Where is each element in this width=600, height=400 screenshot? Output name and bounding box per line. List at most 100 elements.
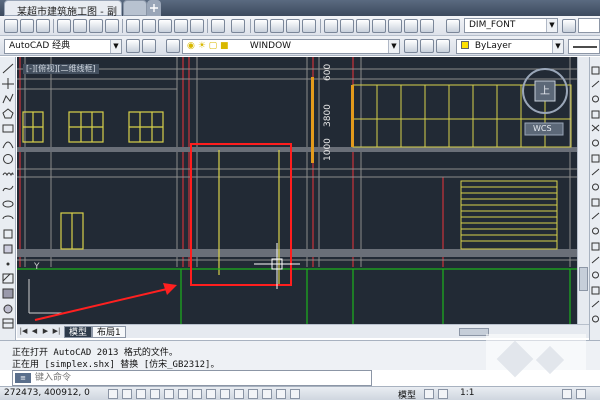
- first-tab-icon[interactable]: |◀: [19, 327, 28, 336]
- quick-properties-icon[interactable]: [276, 389, 286, 399]
- horizontal-scroll-thumb[interactable]: [459, 328, 489, 336]
- match-properties-icon[interactable]: [174, 19, 188, 33]
- object-snap-tracking-icon[interactable]: [206, 389, 216, 399]
- lineweight-icon[interactable]: [248, 389, 258, 399]
- layer-previous-icon[interactable]: [420, 39, 434, 53]
- coordinate-readout[interactable]: 272473, 400912, 0: [4, 388, 90, 398]
- wcs-label[interactable]: WCS: [533, 124, 552, 133]
- clean-screen-icon[interactable]: [576, 389, 586, 399]
- print-icon[interactable]: [57, 19, 71, 33]
- block-editor-icon[interactable]: [190, 19, 204, 33]
- dynamic-input-icon[interactable]: [234, 389, 244, 399]
- 3d-object-snap-icon[interactable]: [192, 389, 202, 399]
- tab-layout1[interactable]: 布局1: [92, 326, 126, 338]
- rectangle-icon[interactable]: [2, 123, 14, 134]
- hatch-icon[interactable]: [2, 273, 14, 284]
- quick-calc-icon[interactable]: [404, 19, 418, 33]
- document-tab[interactable]: 某超市建筑施工图 - 副本*: [4, 0, 122, 33]
- insert-block-icon[interactable]: [2, 228, 14, 239]
- design-center-icon[interactable]: [340, 19, 354, 33]
- ortho-mode-icon[interactable]: [150, 389, 160, 399]
- linetype-dropdown[interactable]: [568, 39, 600, 54]
- infer-constraints-icon[interactable]: [108, 389, 118, 399]
- chevron-down-icon: ▼: [552, 40, 563, 53]
- 3d-publish-icon[interactable]: [105, 19, 119, 33]
- zoom-previous-icon[interactable]: [302, 19, 316, 33]
- construction-line-icon[interactable]: [2, 78, 14, 89]
- zoom-realtime-icon[interactable]: [270, 19, 284, 33]
- markup-icon[interactable]: [388, 19, 402, 33]
- make-current-layer-icon[interactable]: [404, 39, 418, 53]
- circle-icon[interactable]: [2, 153, 14, 164]
- spline-icon[interactable]: [2, 183, 14, 194]
- new-tab-button[interactable]: [147, 0, 161, 16]
- annotation-scale[interactable]: 1:1: [460, 388, 474, 398]
- grid-display-icon[interactable]: [136, 389, 146, 399]
- ellipse-icon[interactable]: [2, 198, 14, 209]
- drawing-canvas[interactable]: [-][俯视][二维线框] 600 3800 1000 上 WCS Y: [17, 57, 577, 324]
- save-icon[interactable]: [36, 19, 50, 33]
- ellipse-arc-icon[interactable]: [2, 213, 14, 224]
- dimension-style-dropdown[interactable]: [578, 18, 600, 33]
- command-input[interactable]: [35, 372, 365, 384]
- color-dropdown[interactable]: ByLayer ▼: [456, 39, 564, 54]
- region-icon[interactable]: [2, 303, 14, 314]
- workspace-lock-icon[interactable]: [142, 39, 156, 53]
- paste-icon[interactable]: [158, 19, 172, 33]
- command-menu-icon[interactable]: ≡: [15, 373, 31, 383]
- arc-icon[interactable]: [2, 138, 14, 149]
- tab-model[interactable]: 模型: [64, 326, 92, 338]
- pan-icon[interactable]: [254, 19, 268, 33]
- dynamic-ucs-icon[interactable]: [220, 389, 230, 399]
- model-space-toggle[interactable]: 模型: [398, 388, 416, 400]
- redo-icon[interactable]: [231, 19, 245, 33]
- modify-icons-strip[interactable]: [591, 65, 600, 335]
- quick-view-drawings-icon[interactable]: [438, 389, 448, 399]
- viewcube-top-label[interactable]: 上: [540, 82, 550, 97]
- workspace-settings-icon[interactable]: [126, 39, 140, 53]
- make-block-icon[interactable]: [2, 243, 14, 254]
- polyline-icon[interactable]: [2, 93, 14, 104]
- properties-icon[interactable]: [324, 19, 338, 33]
- second-document-tab[interactable]: [123, 0, 147, 16]
- help-icon[interactable]: [420, 19, 434, 33]
- layer-isolate-icon[interactable]: [436, 39, 450, 53]
- point-icon[interactable]: [2, 258, 14, 269]
- layer-properties-icon[interactable]: [166, 39, 180, 53]
- vertical-scroll-thumb[interactable]: [579, 267, 588, 291]
- text-style-dropdown[interactable]: DIM_FONT ▼: [464, 18, 558, 33]
- last-tab-icon[interactable]: ▶|: [52, 327, 61, 336]
- cut-icon[interactable]: [126, 19, 140, 33]
- selection-cycling-icon[interactable]: [290, 389, 300, 399]
- gradient-icon[interactable]: [2, 288, 14, 299]
- object-snap-icon[interactable]: [178, 389, 188, 399]
- snap-mode-icon[interactable]: [122, 389, 132, 399]
- publish-icon[interactable]: [89, 19, 103, 33]
- polygon-icon[interactable]: [2, 108, 14, 119]
- revision-cloud-icon[interactable]: [2, 168, 14, 179]
- undo-icon[interactable]: [211, 19, 225, 33]
- copy-icon[interactable]: [142, 19, 156, 33]
- zoom-window-icon[interactable]: [286, 19, 300, 33]
- tool-palettes-icon[interactable]: [356, 19, 370, 33]
- new-file-icon[interactable]: [4, 19, 18, 33]
- sheet-set-icon[interactable]: [372, 19, 386, 33]
- polar-tracking-icon[interactable]: [164, 389, 174, 399]
- draw-toolbar: [0, 57, 16, 340]
- text-style-icon[interactable]: [446, 19, 460, 33]
- workspace-switch-icon[interactable]: [562, 389, 572, 399]
- transparency-icon[interactable]: [262, 389, 272, 399]
- previous-tab-icon[interactable]: ◀: [30, 327, 39, 336]
- layer-dropdown[interactable]: ◉ ☀ ▢ ■ WINDOW ▼: [182, 39, 400, 54]
- line-icon[interactable]: [2, 63, 14, 74]
- workspace-dropdown[interactable]: AutoCAD 经典 ▼: [4, 39, 122, 54]
- dimension-style-icon[interactable]: [562, 19, 576, 33]
- color-value: ByLayer: [474, 41, 512, 51]
- next-tab-icon[interactable]: ▶: [41, 327, 50, 336]
- print-preview-icon[interactable]: [73, 19, 87, 33]
- viewport-controls[interactable]: [-][俯视][二维线框]: [23, 64, 99, 74]
- open-file-icon[interactable]: [20, 19, 34, 33]
- table-icon[interactable]: [2, 318, 14, 329]
- quick-view-layouts-icon[interactable]: [424, 389, 434, 399]
- vertical-scrollbar[interactable]: [577, 57, 589, 324]
